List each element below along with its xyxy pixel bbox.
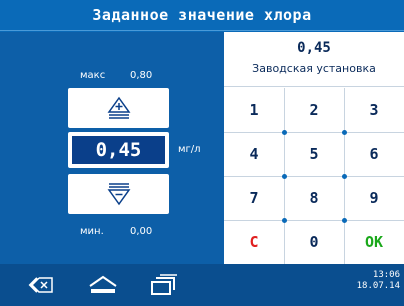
factory-default-value: 0,45 (297, 40, 331, 56)
system-navbar: 13:06 18.07.14 (0, 264, 404, 306)
min-value: 0,00 (130, 226, 153, 237)
main-panel: макс 0,80 0,45 мг/л мин. 0,00 0,45 Завод… (0, 32, 404, 264)
decrease-icon (107, 183, 130, 206)
factory-default-button[interactable]: 0,45 Заводская установка (224, 32, 404, 87)
numeric-keypad: 1 2 3 4 5 6 7 8 9 C 0 OK (224, 88, 404, 264)
value-field[interactable]: 0,45 (68, 132, 169, 168)
max-label: макс (80, 70, 106, 81)
key-5[interactable]: 5 (284, 132, 344, 176)
back-icon[interactable] (28, 276, 54, 294)
key-3[interactable]: 3 (344, 88, 404, 132)
clock: 13:06 18.07.14 (357, 270, 400, 292)
min-label: мин. (80, 226, 104, 237)
current-value: 0,45 (72, 136, 165, 164)
keypad-panel: 0,45 Заводская установка 1 2 3 4 5 6 7 8… (224, 32, 404, 264)
clock-date: 18.07.14 (356, 281, 400, 291)
increase-icon (107, 96, 130, 119)
max-value: 0,80 (130, 70, 153, 81)
unit-label: мг/л (178, 144, 201, 155)
key-1[interactable]: 1 (224, 88, 284, 132)
factory-default-label: Заводская установка (252, 62, 376, 75)
key-0[interactable]: 0 (284, 220, 344, 264)
home-icon[interactable] (88, 275, 118, 295)
clear-key[interactable]: C (224, 220, 284, 264)
increase-button[interactable] (68, 88, 169, 128)
window-title: Заданное значение хлора (0, 0, 404, 31)
key-2[interactable]: 2 (284, 88, 344, 132)
key-6[interactable]: 6 (344, 132, 404, 176)
recent-apps-icon[interactable] (150, 274, 178, 296)
decrease-button[interactable] (68, 174, 169, 214)
ok-key[interactable]: OK (344, 220, 404, 264)
key-7[interactable]: 7 (224, 176, 284, 220)
key-4[interactable]: 4 (224, 132, 284, 176)
key-8[interactable]: 8 (284, 176, 344, 220)
clock-time: 13:06 (372, 270, 400, 280)
value-editor: макс 0,80 0,45 мг/л мин. 0,00 (0, 32, 222, 264)
key-9[interactable]: 9 (344, 176, 404, 220)
